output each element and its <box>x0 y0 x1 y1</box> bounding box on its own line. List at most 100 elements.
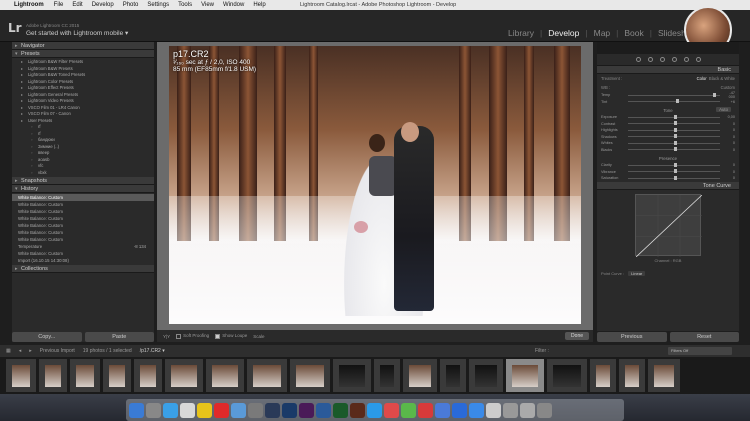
module-library[interactable]: Library <box>508 28 534 38</box>
chrome-icon[interactable] <box>197 402 212 418</box>
history-item[interactable]: Temperature -8 134 <box>12 243 154 250</box>
photoshop-icon[interactable] <box>282 402 297 418</box>
filmstrip-thumbnail[interactable] <box>103 359 131 392</box>
brush-icon[interactable] <box>695 57 701 62</box>
preview-icon[interactable] <box>486 402 501 418</box>
filmstrip-thumbnail[interactable] <box>403 359 437 392</box>
paste-button[interactable]: Paste <box>84 332 154 342</box>
grid-view-icon[interactable]: ▦ <box>6 348 11 354</box>
appstore-icon[interactable] <box>469 402 484 418</box>
filmstrip-thumbnail[interactable] <box>70 359 100 392</box>
auto-tone-button[interactable]: Auto <box>716 107 731 112</box>
filmstrip-thumbnail[interactable] <box>469 359 503 392</box>
filmstrip-thumbnail[interactable] <box>547 359 587 392</box>
previous-button[interactable]: Previous <box>597 332 667 342</box>
finder2-icon[interactable] <box>231 402 246 418</box>
filmstrip-thumbnail[interactable] <box>590 359 616 392</box>
back-icon[interactable]: ◂ <box>19 348 22 354</box>
user-preset[interactable]: vbxk <box>18 170 154 177</box>
menu-app-name[interactable]: Lightroom <box>14 2 44 8</box>
spot-removal-icon[interactable] <box>647 57 653 62</box>
filmstrip-thumbnail[interactable] <box>290 359 330 392</box>
show-loupe-checkbox[interactable]: Show Loupe <box>215 333 247 339</box>
filmstrip-thumbnail[interactable] <box>440 359 466 392</box>
menu-view[interactable]: View <box>201 2 214 8</box>
yandex-icon[interactable] <box>214 402 229 418</box>
safari-icon[interactable] <box>163 402 178 418</box>
filmstrip-thumbnail[interactable] <box>39 359 67 392</box>
lightroom-icon[interactable] <box>265 402 280 418</box>
graduated-filter-icon[interactable] <box>671 57 677 62</box>
treatment-bw[interactable]: Black & White <box>709 76 735 81</box>
reset-button[interactable]: Reset <box>669 332 739 342</box>
collections-header[interactable]: Collections <box>12 265 154 273</box>
basic-panel-header[interactable]: Basic <box>597 66 739 74</box>
wedding-photo[interactable]: p17.CR2 ¹⁄₁₆₀ sec at ƒ / 2,0, ISO 400 85… <box>169 46 581 324</box>
menu-edit[interactable]: Edit <box>72 2 82 8</box>
tone-curve-graph[interactable] <box>635 193 702 257</box>
module-map[interactable]: Map <box>594 28 611 38</box>
presets-header[interactable]: Presets <box>12 50 154 58</box>
trash-icon[interactable] <box>537 402 552 418</box>
history-item[interactable]: White Balance: Custom <box>12 208 154 215</box>
history-item[interactable]: White Balance: Custom <box>12 236 154 243</box>
folder-icon[interactable] <box>503 402 518 418</box>
filmstrip-thumbnail[interactable] <box>206 359 244 392</box>
mobile-promo[interactable]: Get started with Lightroom mobile ▾ <box>26 29 128 37</box>
before-after-toggle[interactable]: Y|Y <box>163 334 170 339</box>
treatment-color[interactable]: Color <box>697 76 707 81</box>
history-item[interactable]: White Balance: Custom <box>12 194 154 201</box>
filmstrip-thumbnail[interactable] <box>648 359 680 392</box>
history-header[interactable]: History <box>12 185 154 193</box>
copy-button[interactable]: Copy... <box>12 332 82 342</box>
menu-help[interactable]: Help <box>253 2 265 8</box>
menu-photo[interactable]: Photo <box>123 2 139 8</box>
app-icon[interactable] <box>350 402 365 418</box>
filmstrip-thumbnail[interactable] <box>619 359 645 392</box>
menu-file[interactable]: File <box>54 2 64 8</box>
filmstrip-thumbnail[interactable] <box>6 359 36 392</box>
menu-tools[interactable]: Tools <box>178 2 192 8</box>
radial-filter-icon[interactable] <box>683 57 689 62</box>
history-item[interactable]: White Balance: Custom <box>12 250 154 257</box>
image-canvas[interactable]: p17.CR2 ¹⁄₁₆₀ sec at ƒ / 2,0, ISO 400 85… <box>157 42 593 330</box>
menu-window[interactable]: Window <box>223 2 244 8</box>
filter-select[interactable]: Filters Off <box>668 347 732 355</box>
filmstrip-thumbnail[interactable] <box>134 359 162 392</box>
tone-curve-header[interactable]: Tone Curve <box>597 181 739 190</box>
snapshots-header[interactable]: Snapshots <box>12 177 154 185</box>
launchpad-icon[interactable] <box>146 402 161 418</box>
filmstrip-thumbnail[interactable] <box>333 359 371 392</box>
done-button[interactable]: Done <box>565 332 589 340</box>
histogram[interactable] <box>597 42 739 54</box>
history-item[interactable]: Import (16.10.15 14:30:08) <box>12 257 154 264</box>
previous-import[interactable]: Previous Import <box>40 348 75 354</box>
filmstrip-thumbnail[interactable] <box>374 359 400 392</box>
system-prefs-icon[interactable] <box>180 402 195 418</box>
wb-select[interactable]: Custom <box>721 85 735 90</box>
module-book[interactable]: Book <box>624 28 643 38</box>
filmstrip-thumbnail[interactable] <box>247 359 287 392</box>
selected-file[interactable]: /p17.CR2 ▾ <box>140 348 165 354</box>
finder-icon[interactable] <box>129 402 144 418</box>
point-curve-select[interactable]: Linear <box>628 270 646 276</box>
filmstrip-thumbnail[interactable] <box>506 359 544 392</box>
downloads-icon[interactable] <box>520 402 535 418</box>
history-item[interactable]: White Balance: Custom <box>12 222 154 229</box>
crop-tool-icon[interactable] <box>635 57 641 62</box>
filmstrip-thumbnail[interactable] <box>165 359 203 392</box>
forward-icon[interactable]: ▸ <box>29 348 32 354</box>
navigator-header[interactable]: Navigator <box>12 42 154 50</box>
history-item[interactable]: White Balance: Custom <box>12 215 154 222</box>
red-eye-icon[interactable] <box>659 57 665 62</box>
telegram-icon[interactable] <box>367 402 382 418</box>
history-item[interactable]: White Balance: Custom <box>12 229 154 236</box>
app-icon[interactable] <box>418 402 433 418</box>
messages-icon[interactable] <box>401 402 416 418</box>
history-item[interactable]: White Balance: Custom <box>12 201 154 208</box>
premiere-icon[interactable] <box>299 402 314 418</box>
soft-proofing-checkbox[interactable]: Soft Proofing <box>176 333 209 339</box>
skype-icon[interactable] <box>452 402 467 418</box>
app-icon[interactable] <box>316 402 331 418</box>
menu-develop[interactable]: Develop <box>92 2 114 8</box>
